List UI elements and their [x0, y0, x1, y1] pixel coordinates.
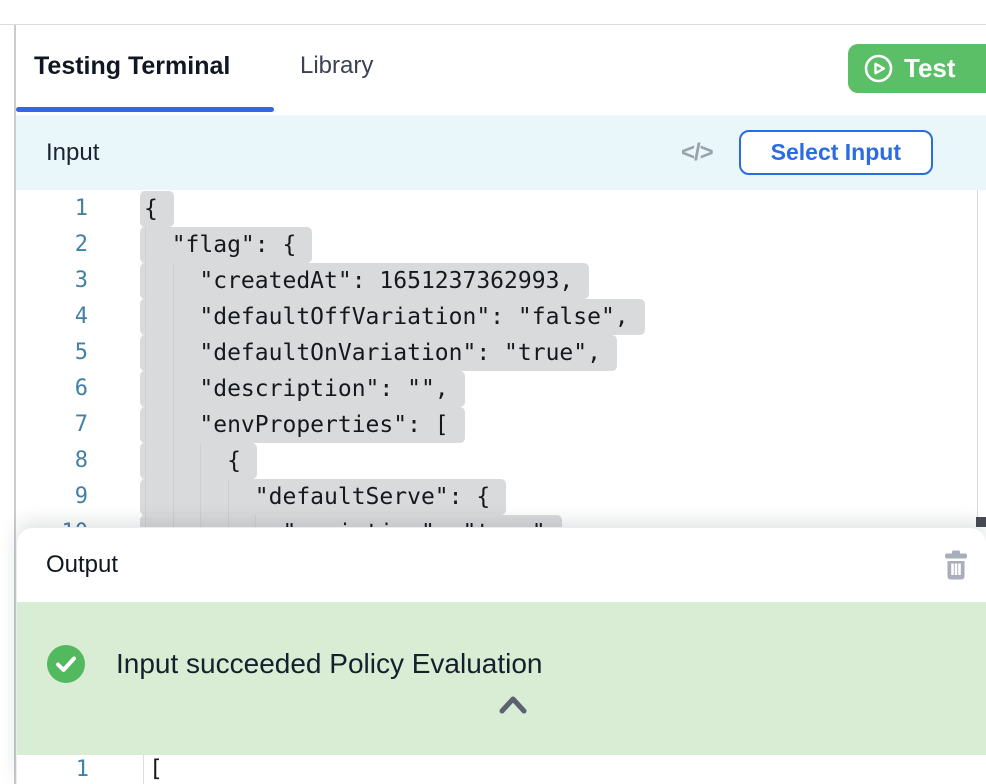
code-line: 10 "variation": "true" — [16, 515, 986, 527]
input-actions: </> Select Input — [681, 130, 933, 175]
code-line: 1 { — [16, 191, 986, 227]
indent-guide — [255, 515, 256, 527]
code-line: 4 "defaultOffVariation": "false", — [16, 299, 986, 335]
trash-icon[interactable] — [941, 548, 973, 582]
code-line: 1 [ — [17, 755, 986, 784]
code-cell: [ — [144, 755, 986, 784]
line-number: 1 — [16, 191, 142, 227]
scrollbar-track — [977, 190, 978, 527]
success-message: Input succeeded Policy Evaluation — [116, 645, 543, 683]
code-line: 2 "flag": { — [16, 227, 986, 263]
input-panel-header: Input </> Select Input — [16, 115, 986, 190]
line-number: 7 — [16, 407, 142, 443]
output-panel: Output Input succeeded Policy Ev — [16, 527, 986, 784]
code-cell: "envProperties": [ — [143, 407, 986, 443]
code-text: [ — [144, 755, 163, 784]
indent-guide — [145, 227, 146, 527]
selected-code-text: "variation": "true" — [140, 515, 562, 527]
code-cell: { — [143, 191, 986, 227]
code-lines-container: 1 { 2 "flag": { 3 "createdAt": 165123736… — [16, 191, 986, 527]
code-line: 6 "description": "", — [16, 371, 986, 407]
line-number-gutter: 2 — [16, 227, 143, 263]
code-cell: "defaultOnVariation": "true", — [143, 335, 986, 371]
output-panel-title: Output — [46, 551, 118, 579]
code-cell: "description": "", — [143, 371, 986, 407]
success-banner: Input succeeded Policy Evaluation — [17, 602, 986, 755]
code-cell: "defaultServe": { — [143, 479, 986, 515]
line-number: 6 — [16, 371, 142, 407]
code-line: 8 { — [16, 443, 986, 479]
selected-code-text: "defaultServe": { — [140, 479, 506, 515]
indent-guide — [228, 479, 229, 527]
selected-code-text: { — [140, 443, 257, 479]
app-window: Testing Terminal Library Test Input </> … — [0, 0, 986, 784]
line-number-gutter: 1 — [17, 755, 144, 784]
line-number-gutter: 3 — [16, 263, 143, 299]
selected-code-text: { — [140, 191, 174, 227]
input-code-editor[interactable]: 1 { 2 "flag": { 3 "createdAt": 165123736… — [16, 190, 986, 527]
tab-testing-terminal-label: Testing Terminal — [34, 52, 230, 81]
code-cell: "flag": { — [143, 227, 986, 263]
line-number: 4 — [16, 299, 142, 335]
line-number: 1 — [17, 755, 143, 784]
line-number: 2 — [16, 227, 142, 263]
code-cell: "variation": "true" — [143, 515, 986, 527]
code-cell: "defaultOffVariation": "false", — [143, 299, 986, 335]
output-panel-header: Output — [17, 528, 986, 602]
output-code-editor[interactable]: 1 [ — [17, 755, 986, 784]
collapse-chevron-icon[interactable] — [497, 694, 529, 716]
code-view-icon[interactable]: </> — [681, 139, 713, 167]
input-panel-title: Input — [46, 139, 99, 167]
selected-code-text: "envProperties": [ — [140, 407, 465, 443]
line-number: 9 — [16, 479, 142, 515]
line-number-gutter: 8 — [16, 443, 143, 479]
selected-code-text: "flag": { — [140, 227, 312, 263]
code-cell: "createdAt": 1651237362993, — [143, 263, 986, 299]
test-button[interactable]: Test — [848, 44, 986, 93]
check-circle-icon — [47, 645, 85, 683]
line-number-gutter: 5 — [16, 335, 143, 371]
tab-testing-terminal[interactable]: Testing Terminal — [34, 25, 230, 107]
play-circle-icon — [863, 53, 894, 84]
line-number: 8 — [16, 443, 142, 479]
indent-guide — [173, 263, 174, 527]
line-number: 10 — [16, 515, 142, 527]
select-input-button[interactable]: Select Input — [739, 130, 933, 175]
tab-library-label: Library — [300, 52, 373, 80]
line-number-gutter: 10 — [16, 515, 143, 527]
line-number: 5 — [16, 335, 142, 371]
line-number-gutter: 1 — [16, 191, 143, 227]
scrollbar-thumb[interactable] — [976, 517, 986, 527]
selected-code-text: "createdAt": 1651237362993, — [140, 263, 589, 299]
tab-bar: Testing Terminal Library Test — [16, 25, 986, 115]
selected-code-text: "description": "", — [140, 371, 465, 407]
code-line: 9 "defaultServe": { — [16, 479, 986, 515]
tab-library[interactable]: Library — [300, 25, 373, 107]
code-line: 5 "defaultOnVariation": "true", — [16, 335, 986, 371]
active-tab-underline — [16, 107, 274, 112]
code-cell: { — [143, 443, 986, 479]
code-line: 3 "createdAt": 1651237362993, — [16, 263, 986, 299]
line-number-gutter: 9 — [16, 479, 143, 515]
test-button-label: Test — [904, 53, 956, 84]
line-number: 3 — [16, 263, 142, 299]
line-number-gutter: 6 — [16, 371, 143, 407]
code-line: 7 "envProperties": [ — [16, 407, 986, 443]
indent-guide — [200, 443, 201, 527]
line-number-gutter: 4 — [16, 299, 143, 335]
line-number-gutter: 7 — [16, 407, 143, 443]
selected-code-text: "defaultOffVariation": "false", — [140, 299, 645, 335]
selected-code-text: "defaultOnVariation": "true", — [140, 335, 617, 371]
